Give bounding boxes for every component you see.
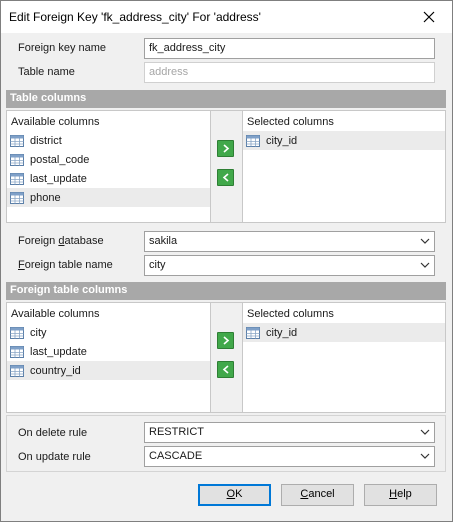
list-item[interactable]: last_update — [7, 169, 210, 188]
column-name: city_id — [266, 326, 298, 339]
on-delete-select[interactable]: RESTRICT — [144, 422, 435, 443]
available-columns-caption: Available columns — [11, 116, 100, 128]
foreign-database-label: Foreign database — [18, 235, 104, 247]
on-delete-label: On delete rule — [18, 427, 88, 439]
available-columns-caption: Available columns — [11, 308, 100, 320]
table-columns-header: Table columns — [6, 90, 446, 108]
column-name: city_id — [266, 134, 298, 147]
window-title: Edit Foreign Key 'fk_address_city' For '… — [9, 10, 261, 24]
chevron-down-icon — [420, 262, 430, 268]
foreign-table-select[interactable]: city — [144, 255, 435, 276]
chevron-down-icon — [420, 238, 430, 244]
table-column-icon — [246, 134, 260, 147]
chevron-down-icon — [420, 453, 430, 459]
table-column-icon — [246, 326, 260, 339]
table-column-icon — [10, 153, 24, 166]
on-update-select[interactable]: CASCADE — [144, 446, 435, 467]
ok-button[interactable]: OK — [198, 484, 271, 506]
fk-name-input[interactable]: fk_address_city — [144, 38, 435, 59]
move-right-button[interactable] — [217, 332, 234, 349]
table-available-columns-list[interactable]: Available columns district postal_code l… — [6, 110, 211, 223]
table-columns-move-buttons — [211, 110, 242, 223]
table-name-label: Table name — [18, 66, 75, 78]
foreign-table-value: city — [149, 259, 166, 271]
column-name: last_update — [30, 172, 87, 185]
selected-columns-caption: Selected columns — [247, 116, 334, 128]
table-selected-columns-list[interactable]: Selected columns city_id — [242, 110, 446, 223]
list-item[interactable]: last_update — [7, 342, 210, 361]
cancel-button[interactable]: Cancel — [281, 484, 354, 506]
table-column-icon — [10, 364, 24, 377]
move-right-button[interactable] — [217, 140, 234, 157]
available-columns-items: district postal_code last_update phone — [7, 131, 210, 207]
foreign-selected-columns-list[interactable]: Selected columns city_id — [242, 302, 446, 413]
list-item[interactable]: city_id — [243, 323, 445, 342]
table-name-field: address — [144, 62, 435, 83]
column-name: country_id — [30, 364, 81, 377]
on-update-label: On update rule — [18, 451, 91, 463]
table-column-icon — [10, 172, 24, 185]
arrow-right-icon — [222, 144, 229, 153]
list-item[interactable]: postal_code — [7, 150, 210, 169]
on-delete-value: RESTRICT — [149, 426, 204, 438]
list-item[interactable]: city — [7, 323, 210, 342]
table-column-icon — [10, 191, 24, 204]
move-left-button[interactable] — [217, 361, 234, 378]
fk-name-label: Foreign key name — [18, 42, 107, 54]
table-column-icon — [10, 134, 24, 147]
arrow-left-icon — [222, 365, 229, 374]
title-bar: Edit Foreign Key 'fk_address_city' For '… — [1, 1, 452, 33]
foreign-database-select[interactable]: sakila — [144, 231, 435, 252]
foreign-database-value: sakila — [149, 235, 178, 247]
table-column-icon — [10, 345, 24, 358]
table-column-icon — [10, 326, 24, 339]
column-name: district — [30, 134, 62, 147]
column-name: postal_code — [30, 153, 90, 166]
help-button[interactable]: Help — [364, 484, 437, 506]
list-item[interactable]: country_id — [7, 361, 210, 380]
column-name: last_update — [30, 345, 87, 358]
foreign-table-columns-header: Foreign table columns — [6, 282, 446, 300]
column-name: phone — [30, 191, 61, 204]
available-columns-items: city last_update country_id — [7, 323, 210, 380]
arrow-right-icon — [222, 336, 229, 345]
chevron-down-icon — [420, 429, 430, 435]
selected-columns-items: city_id — [243, 131, 445, 150]
foreign-table-name-label: Foreign table name — [18, 259, 113, 271]
list-item[interactable]: phone — [7, 188, 210, 207]
selected-columns-items: city_id — [243, 323, 445, 342]
selected-columns-caption: Selected columns — [247, 308, 334, 320]
list-item[interactable]: city_id — [243, 131, 445, 150]
close-icon — [423, 11, 435, 23]
foreign-key-dialog: Edit Foreign Key 'fk_address_city' For '… — [0, 0, 453, 522]
list-item[interactable]: district — [7, 131, 210, 150]
arrow-left-icon — [222, 173, 229, 182]
move-left-button[interactable] — [217, 169, 234, 186]
on-update-value: CASCADE — [149, 450, 203, 462]
foreign-available-columns-list[interactable]: Available columns city last_update count… — [6, 302, 211, 413]
foreign-columns-move-buttons — [211, 302, 242, 413]
close-button[interactable] — [406, 1, 452, 33]
column-name: city — [30, 326, 47, 339]
